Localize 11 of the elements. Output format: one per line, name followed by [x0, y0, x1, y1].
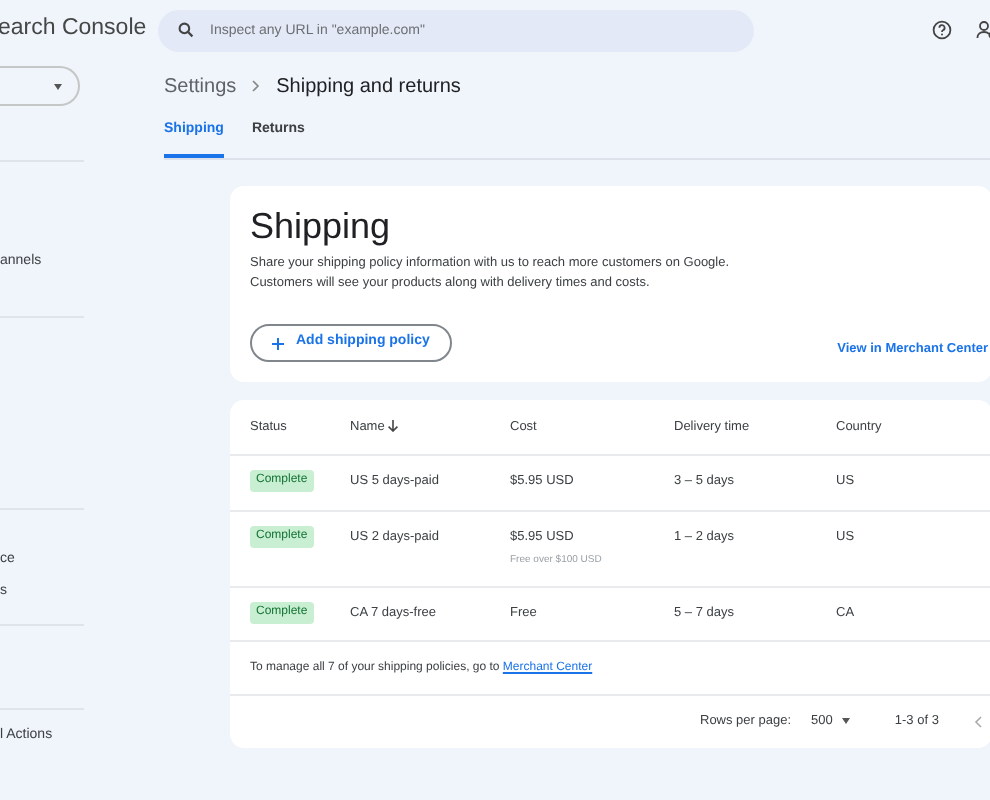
breadcrumb-link[interactable]: Settings: [164, 71, 237, 101]
people-icon[interactable]: [976, 20, 990, 40]
caret-icon: [842, 718, 851, 724]
chevron-icon: [252, 80, 261, 92]
caret-icon: [54, 83, 62, 89]
page-title: Shipping and returns: [276, 73, 461, 101]
card-title: Shipping: [250, 208, 393, 244]
plus-icon: [272, 337, 284, 349]
help-icon[interactable]: [932, 20, 952, 40]
search-icon[interactable]: [178, 22, 194, 38]
sort-arrow-icon: [388, 419, 399, 432]
